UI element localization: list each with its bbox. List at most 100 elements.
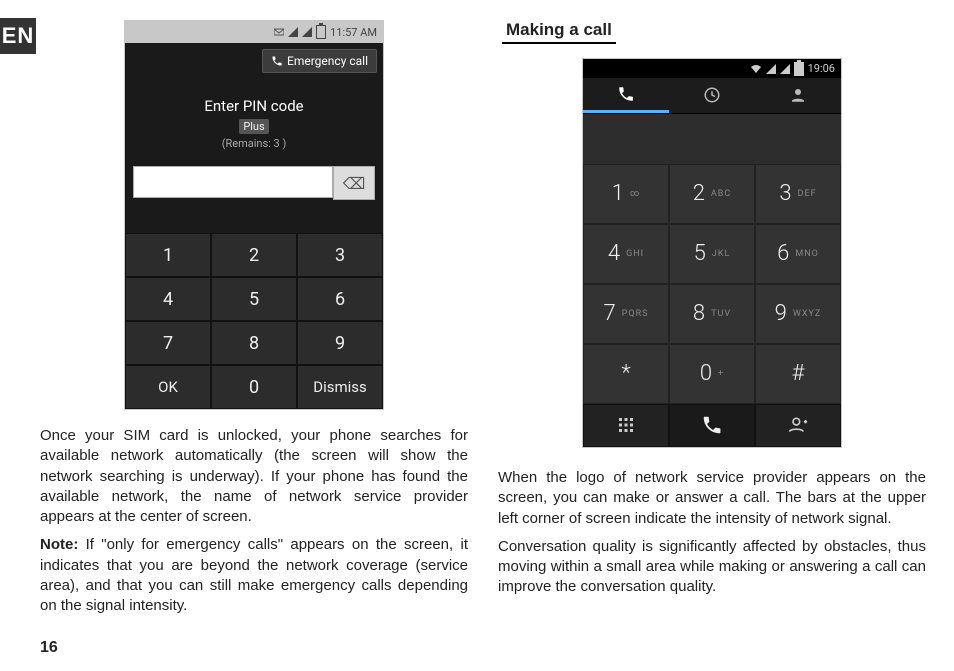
add-contact-icon	[788, 416, 808, 434]
dial-key-letters: WXYZ	[793, 309, 821, 319]
keypad-9-button[interactable]: 9	[297, 321, 383, 365]
keypad-1-button[interactable]: 1	[125, 233, 211, 277]
dial-key-letters: GHI	[626, 249, 644, 259]
dial-key-4[interactable]: 4 GHI	[583, 224, 669, 284]
dial-key-8[interactable]: 8 TUV	[669, 284, 755, 344]
pin-subtitle: Plus (Remains: 3 )	[125, 119, 383, 150]
right-column: Making a call 19:06	[498, 20, 926, 651]
keypad-3-button[interactable]: 3	[297, 233, 383, 277]
dial-key-letters: ABC	[711, 189, 731, 199]
dial-key-letters: +	[718, 369, 724, 379]
status-time: 19:06	[808, 62, 835, 75]
contact-icon	[789, 86, 807, 104]
pin-input[interactable]	[133, 166, 333, 198]
call-button[interactable]	[669, 404, 755, 447]
dial-key-letters: DEF	[798, 189, 817, 199]
section-title: Making a call	[502, 20, 616, 44]
dialer-screenshot: 19:06 1	[582, 58, 842, 448]
tab-recent[interactable]	[669, 78, 755, 113]
message-icon	[274, 27, 284, 37]
emergency-call-label: Emergency call	[287, 54, 368, 68]
phone-icon	[701, 414, 723, 436]
dial-action-row	[583, 404, 841, 447]
dial-key-letters: MNO	[795, 249, 818, 259]
manual-page: EN 16 11:57 AM Emergency call	[0, 0, 954, 671]
dial-key-number: 2	[693, 181, 705, 206]
tab-contacts[interactable]	[755, 78, 841, 113]
dial-key-number: 3	[779, 181, 791, 206]
pin-keypad: 123 456 789 OK0Dismiss	[125, 233, 383, 409]
dial-key-number: 9	[775, 301, 787, 326]
dial-key-number: 5	[694, 241, 706, 266]
dial-key-number: 4	[608, 241, 620, 266]
add-contact-button[interactable]	[755, 404, 841, 447]
dialer-tabs	[583, 78, 841, 114]
dial-key-number: 1	[612, 181, 624, 206]
dial-key-letters: TUV	[711, 309, 731, 319]
dismiss-button[interactable]: Dismiss	[297, 365, 383, 409]
keypad-7-button[interactable]: 7	[125, 321, 211, 365]
keypad-4-button[interactable]: 4	[125, 277, 211, 321]
language-tab: EN	[0, 18, 36, 54]
note-text: If "only for emergency calls" appears on…	[40, 536, 468, 614]
status-bar: 19:06	[583, 59, 841, 78]
battery-icon	[794, 62, 804, 76]
ok-button[interactable]: OK	[125, 365, 211, 409]
dial-key-letters: ∞	[630, 189, 640, 199]
keypad-5-button[interactable]: 5	[211, 277, 297, 321]
dial-key-5[interactable]: 5 JKL	[669, 224, 755, 284]
dial-key-number: *	[621, 361, 630, 386]
keypad-8-button[interactable]: 8	[211, 321, 297, 365]
dial-key-#[interactable]: #	[755, 344, 841, 404]
keypad-2-button[interactable]: 2	[211, 233, 297, 277]
dial-key-3[interactable]: 3 DEF	[755, 164, 841, 224]
note-paragraph: Note: If "only for emergency calls" appe…	[40, 535, 468, 616]
dialpad-icon	[617, 416, 635, 434]
pin-title: Enter PIN code	[125, 97, 383, 115]
dial-key-9[interactable]: 9 WXYZ	[755, 284, 841, 344]
pin-input-row: ⌫	[133, 166, 375, 200]
dial-key-number: 8	[693, 301, 705, 326]
backspace-icon: ⌫	[343, 174, 366, 193]
phone-icon	[617, 85, 635, 103]
emergency-call-button[interactable]: Emergency call	[262, 49, 377, 73]
clock-icon	[703, 86, 721, 104]
tab-dialer[interactable]	[583, 78, 669, 113]
dialpad-toggle-button[interactable]	[583, 404, 669, 447]
keypad-6-button[interactable]: 6	[297, 277, 383, 321]
dial-key-number: #	[792, 361, 805, 386]
status-time: 11:57 AM	[330, 26, 377, 39]
note-label: Note:	[40, 536, 78, 553]
pin-remains: (Remains: 3 )	[222, 137, 287, 150]
dial-key-number: 7	[604, 301, 616, 326]
backspace-button[interactable]: ⌫	[333, 166, 375, 200]
dial-key-0[interactable]: 0+	[669, 344, 755, 404]
signal-icon	[766, 64, 776, 74]
dial-key-6[interactable]: 6MNO	[755, 224, 841, 284]
signal-icon	[302, 27, 312, 37]
sim-tag: Plus	[239, 119, 268, 134]
dial-display	[583, 114, 841, 164]
status-bar: 11:57 AM	[125, 21, 383, 43]
dial-key-*[interactable]: *	[583, 344, 669, 404]
phone-icon	[271, 55, 283, 67]
dial-key-letters: JKL	[712, 249, 730, 259]
paragraph: Conversation quality is significantly af…	[498, 537, 926, 598]
pin-entry-screenshot: 11:57 AM Emergency call Enter PIN code P…	[124, 20, 384, 410]
emergency-call-row: Emergency call	[125, 43, 383, 79]
dial-key-2[interactable]: 2 ABC	[669, 164, 755, 224]
keypad-0-button[interactable]: 0	[211, 365, 297, 409]
left-body-text: Once your SIM card is unlocked, your pho…	[40, 422, 468, 624]
signal-icon	[288, 27, 298, 37]
dial-key-1[interactable]: 1∞	[583, 164, 669, 224]
dial-keypad: 1∞2ABC3DEF4GHI5JKL6MNO7PQRS8TUV9WXYZ*0+#	[583, 164, 841, 404]
dial-key-7[interactable]: 7 PQRS	[583, 284, 669, 344]
dial-key-number: 0	[700, 361, 712, 386]
paragraph: Once your SIM card is unlocked, your pho…	[40, 426, 468, 527]
right-body-text: When the logo of network service provide…	[498, 464, 926, 606]
battery-icon	[316, 25, 326, 39]
dial-key-letters: PQRS	[622, 309, 649, 319]
page-number: 16	[40, 639, 58, 657]
signal-icon	[780, 64, 790, 74]
left-column: 11:57 AM Emergency call Enter PIN code P…	[0, 20, 468, 651]
